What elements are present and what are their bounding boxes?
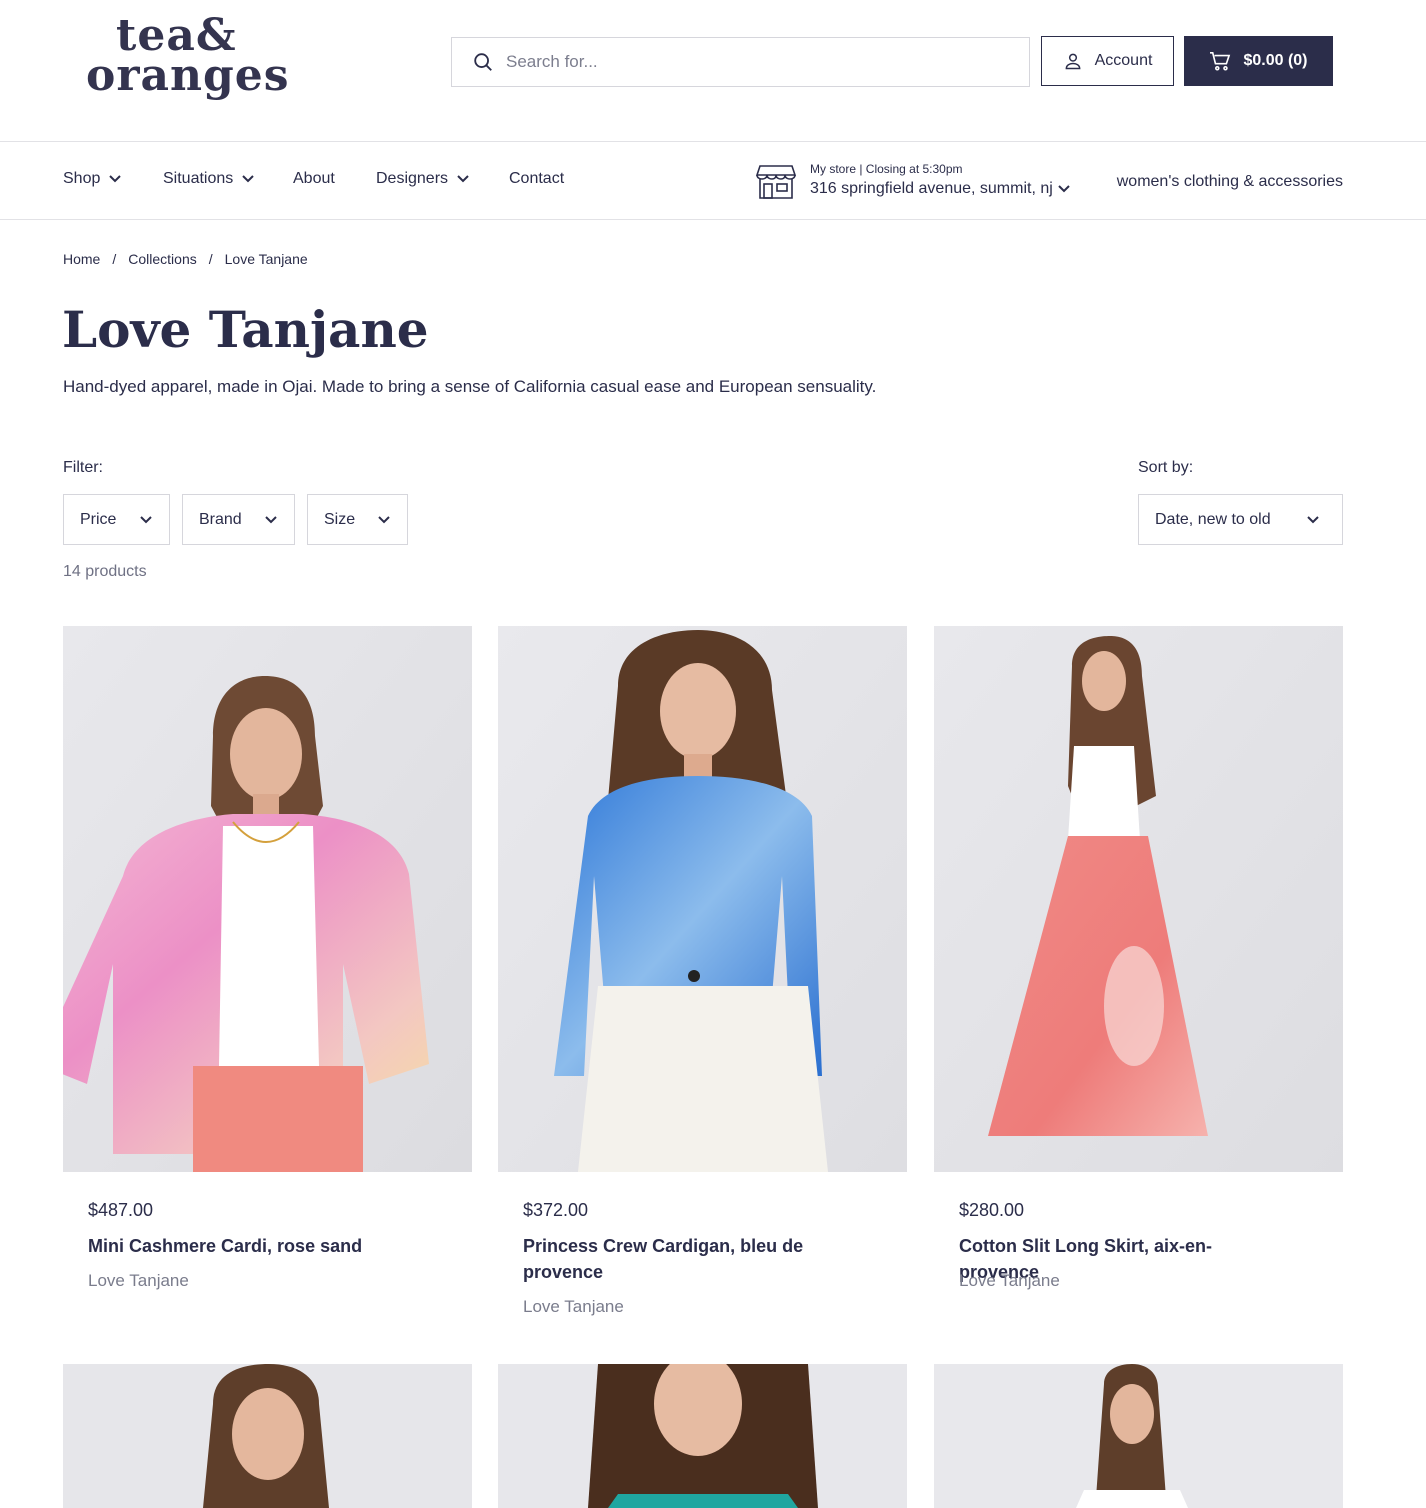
product-image[interactable] [63,1364,472,1508]
user-icon [1065,53,1081,70]
product-card[interactable] [498,1364,907,1508]
store-selector[interactable]: My store | Closing at 5:30pm 316 springf… [756,162,1086,206]
chevron-down-icon [457,175,469,183]
breadcrumb-separator: / [208,251,213,267]
product-image[interactable] [934,626,1343,1172]
storefront-icon [756,165,796,199]
product-card[interactable] [934,1364,1343,1508]
product-photo [498,626,907,1172]
product-card[interactable]: $372.00 Princess Crew Cardigan, bleu de … [498,626,907,1326]
chevron-down-icon [242,175,254,183]
site-header: tea& oranges Account $0.00 (0) [0,0,1426,142]
product-card[interactable]: $487.00 Mini Cashmere Cardi, rose sand L… [63,626,472,1326]
breadcrumb: Home / Collections / Love Tanjane [63,251,308,267]
nav-item-label: About [293,170,335,187]
filter-price-label: Price [80,510,117,528]
filter-size[interactable]: Size [307,494,408,545]
search-icon [474,53,492,71]
product-photo [934,626,1343,1172]
breadcrumb-collections[interactable]: Collections [128,251,196,267]
product-image[interactable] [934,1364,1343,1508]
account-label: Account [1094,52,1153,69]
nav-item-contact[interactable]: Contact [509,170,564,188]
logo-line-2: oranges [86,50,290,101]
nav-item-label: Situations [163,170,234,187]
nav-item-label: Contact [509,170,565,187]
product-brand: Love Tanjane [523,1297,624,1316]
product-image[interactable] [498,626,907,1172]
product-price: $280.00 [959,1200,1025,1220]
product-count: 14 products [63,563,147,580]
filter-size-label: Size [324,510,356,528]
store-address-row[interactable]: 316 springfield avenue, summit, nj [810,180,1071,198]
collection-description: Hand-dyed apparel, made in Ojai. Made to… [63,377,877,396]
chevron-down-icon [140,515,152,523]
product-price: $487.00 [88,1200,154,1220]
breadcrumb-home[interactable]: Home [63,251,100,267]
sort-select[interactable]: Date, new to old [1138,494,1343,545]
chevron-down-icon [1058,185,1070,193]
breadcrumb-current: Love Tanjane [224,251,308,267]
product-card[interactable] [63,1364,472,1508]
nav-item-label: Designers [376,170,449,187]
product-name[interactable]: Mini Cashmere Cardi, rose sand [88,1233,418,1259]
chevron-down-icon [265,515,277,523]
logo[interactable]: tea& oranges [86,14,316,108]
product-brand: Love Tanjane [88,1271,189,1290]
sort-value: Date, new to old [1155,510,1271,528]
nav-item-label: Shop [63,170,101,187]
filter-brand[interactable]: Brand [182,494,295,545]
product-name[interactable]: Princess Crew Cardigan, bleu de provence [523,1233,853,1285]
page-title: Love Tanjane [62,300,429,359]
chevron-down-icon [378,515,390,523]
product-photo [934,1364,1343,1508]
nav-item-situations[interactable]: Situations [163,170,255,188]
site-tagline: women's clothing & accessories [1116,173,1343,190]
product-price: $372.00 [523,1200,589,1220]
nav-item-shop[interactable]: Shop [63,170,122,188]
cart-button[interactable]: $0.00 (0) [1184,36,1333,86]
product-photo [498,1364,907,1508]
nav-item-about[interactable]: About [293,170,335,188]
main-nav: Shop Situations About Designers Contact … [0,142,1426,220]
chevron-down-icon [109,175,122,183]
sort-label: Sort by: [1138,459,1194,476]
chevron-down-icon [1307,515,1319,523]
product-brand: Love Tanjane [959,1271,1060,1290]
cart-icon [1210,52,1231,71]
product-card[interactable]: $280.00 Cotton Slit Long Skirt, aix-en-p… [934,626,1343,1326]
product-photo [63,626,472,1172]
search-bar[interactable] [451,37,1030,87]
filter-label: Filter: [63,459,103,476]
store-address: 316 springfield avenue, summit, nj [810,180,1053,197]
store-hours: My store | Closing at 5:30pm [810,162,963,176]
search-input[interactable] [506,52,986,72]
cart-label: $0.00 (0) [1243,52,1308,69]
filter-brand-label: Brand [199,510,242,528]
filter-price[interactable]: Price [63,494,170,545]
breadcrumb-separator: / [112,251,117,267]
account-button[interactable]: Account [1041,36,1174,86]
product-photo [63,1364,472,1508]
product-image[interactable] [63,626,472,1172]
product-image[interactable] [498,1364,907,1508]
nav-item-designers[interactable]: Designers [376,170,470,188]
